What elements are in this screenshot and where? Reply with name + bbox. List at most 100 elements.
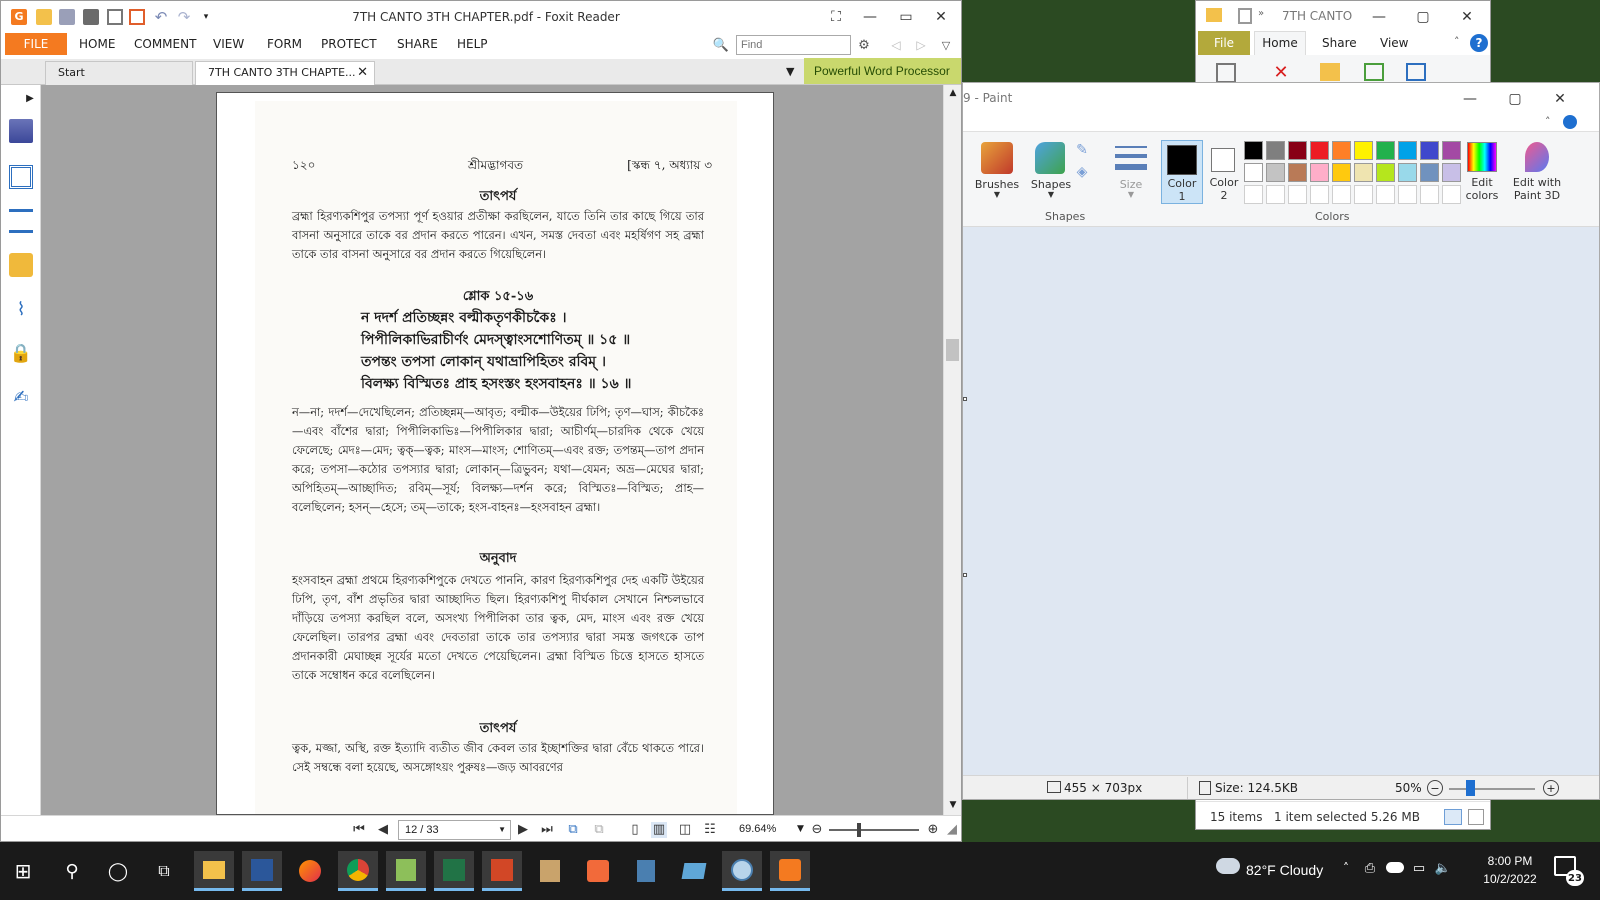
- menu-view[interactable]: VIEW: [213, 37, 244, 51]
- next-view-icon[interactable]: ⧉: [591, 822, 607, 838]
- previous-view-icon[interactable]: ⧉: [565, 822, 581, 838]
- fullscreen-icon[interactable]: ⛶: [819, 5, 853, 29]
- zoom-slider[interactable]: [829, 829, 919, 831]
- color2-selector[interactable]: Color 2: [1203, 140, 1245, 204]
- paste-icon[interactable]: [1216, 63, 1236, 83]
- tab-list-dropdown-icon[interactable]: ▼: [786, 65, 794, 78]
- clock[interactable]: 8:00 PM 10/2/2022: [1480, 852, 1540, 888]
- fill-icon[interactable]: ◈: [1071, 162, 1093, 182]
- properties-icon[interactable]: [1238, 8, 1252, 24]
- create-pdf-icon[interactable]: [129, 9, 145, 25]
- cortana-icon[interactable]: ◯: [98, 851, 138, 891]
- window-app-taskbar-icon[interactable]: [674, 851, 714, 891]
- palette-swatch[interactable]: [1244, 141, 1263, 160]
- ad-banner[interactable]: Powerful Word Processor: [804, 58, 961, 84]
- new-item-icon[interactable]: [1364, 63, 1384, 81]
- explorer-maximize-button[interactable]: ▢: [1406, 5, 1440, 29]
- meet-now-icon[interactable]: ⎙: [1362, 858, 1378, 878]
- comments-icon[interactable]: [9, 253, 33, 277]
- single-page-icon[interactable]: ▯: [627, 822, 643, 838]
- color1-selector[interactable]: Color 1: [1161, 140, 1203, 204]
- network-icon[interactable]: ▭: [1410, 858, 1428, 878]
- file-explorer-taskbar-icon[interactable]: [194, 851, 234, 891]
- next-page-icon[interactable]: ▶: [515, 822, 531, 838]
- tab-start[interactable]: Start: [45, 61, 193, 85]
- signature-icon[interactable]: ✍: [9, 385, 33, 409]
- firefox-taskbar-icon[interactable]: [290, 851, 330, 891]
- paint-maximize-button[interactable]: ▢: [1498, 87, 1532, 111]
- scroll-up-icon[interactable]: ▲: [946, 87, 960, 99]
- collapse-ribbon-icon[interactable]: ▽: [939, 37, 953, 53]
- paint-minimize-button[interactable]: —: [1453, 87, 1487, 111]
- continuous-facing-icon[interactable]: ☷: [702, 822, 718, 838]
- continuous-page-icon[interactable]: ▥: [651, 822, 667, 838]
- restore-button[interactable]: ▭: [889, 5, 923, 29]
- start-button[interactable]: ⊞: [3, 851, 43, 891]
- word-taskbar-icon[interactable]: [242, 851, 282, 891]
- gear-icon[interactable]: ⚙: [855, 37, 873, 53]
- foxit-taskbar-icon[interactable]: [770, 851, 810, 891]
- custom-color-slot[interactable]: [1310, 185, 1329, 204]
- document-view[interactable]: ১২০ শ্রীমদ্ভাগবত [স্কন্ধ ৭, অধ্যায় ৩ তা…: [41, 85, 943, 815]
- explorer-collapse-ribbon-icon[interactable]: ˄: [1454, 35, 1460, 48]
- custom-color-slot[interactable]: [1266, 185, 1285, 204]
- zoom-out-icon[interactable]: ⊖: [809, 822, 825, 838]
- search-icon[interactable]: ⚲: [52, 851, 92, 891]
- menu-protect[interactable]: PROTECT: [321, 37, 377, 51]
- resize-grip-icon[interactable]: ◢: [944, 822, 960, 838]
- outline-icon[interactable]: ✎: [1071, 140, 1093, 160]
- paint-zoom-slider[interactable]: [1449, 788, 1535, 790]
- onedrive-icon[interactable]: [1386, 862, 1404, 873]
- palette-swatch[interactable]: [1288, 141, 1307, 160]
- brushes-tool[interactable]: Brushes ▼: [969, 138, 1025, 208]
- menu-file[interactable]: FILE: [5, 33, 67, 55]
- palette-swatch[interactable]: [1376, 141, 1395, 160]
- close-tab-icon[interactable]: ✕: [357, 62, 368, 84]
- bookmarks-icon[interactable]: [9, 119, 33, 143]
- palette-swatch[interactable]: [1244, 163, 1263, 182]
- open-folder-icon[interactable]: [36, 9, 52, 25]
- custom-color-slot[interactable]: [1332, 185, 1351, 204]
- zoom-level[interactable]: 69.64%: [739, 823, 776, 835]
- page-dropdown-icon[interactable]: ▼: [498, 821, 506, 839]
- palette-swatch[interactable]: [1332, 141, 1351, 160]
- explorer-tab-file[interactable]: File: [1198, 31, 1250, 55]
- vertical-scrollbar[interactable]: ▲ ▼: [943, 85, 961, 815]
- custom-color-slot[interactable]: [1244, 185, 1263, 204]
- explorer-tab-share[interactable]: Share: [1322, 36, 1357, 50]
- paint-zoom-slider-thumb[interactable]: [1466, 780, 1475, 796]
- chrome-taskbar-icon[interactable]: [338, 851, 378, 891]
- last-page-icon[interactable]: ⏭: [539, 822, 555, 838]
- shapes-tool[interactable]: Shapes ▼: [1025, 138, 1077, 208]
- explorer-minimize-button[interactable]: —: [1362, 5, 1396, 29]
- canvas-resize-handle[interactable]: [963, 397, 967, 401]
- app-taskbar-icon[interactable]: [530, 851, 570, 891]
- paint-zoom-in-icon[interactable]: +: [1543, 780, 1559, 796]
- print-icon[interactable]: [83, 9, 99, 25]
- edit-with-paint3d-button[interactable]: Edit with Paint 3D: [1507, 138, 1567, 208]
- minimize-button[interactable]: —: [853, 5, 887, 29]
- new-folder-icon[interactable]: [1320, 63, 1340, 81]
- paint-zoom-out-icon[interactable]: −: [1427, 780, 1443, 796]
- menu-comment[interactable]: COMMENT: [134, 37, 196, 51]
- custom-color-slot[interactable]: [1288, 185, 1307, 204]
- previous-result-icon[interactable]: ◁: [889, 37, 903, 53]
- select-all-icon[interactable]: [1406, 63, 1426, 81]
- scroll-down-icon[interactable]: ▼: [946, 799, 960, 811]
- custom-color-slot[interactable]: [1354, 185, 1373, 204]
- task-view-icon[interactable]: ⧉: [144, 851, 184, 891]
- chart-app-taskbar-icon[interactable]: [386, 851, 426, 891]
- palette-swatch[interactable]: [1310, 163, 1329, 182]
- volume-icon[interactable]: 🔈: [1434, 858, 1452, 878]
- next-result-icon[interactable]: ▷: [914, 37, 928, 53]
- expand-panel-icon[interactable]: ▶: [23, 91, 37, 105]
- custom-color-slot[interactable]: [1420, 185, 1439, 204]
- zoom-dropdown-icon[interactable]: ▼: [797, 824, 804, 834]
- delete-icon[interactable]: ✕: [1270, 61, 1292, 83]
- edit-colors-button[interactable]: Edit colors: [1457, 138, 1507, 208]
- palette-swatch[interactable]: [1420, 141, 1439, 160]
- explorer-tab-home[interactable]: Home: [1254, 31, 1306, 55]
- find-input[interactable]: [736, 35, 851, 55]
- facing-page-icon[interactable]: ◫: [677, 822, 693, 838]
- attachments-icon[interactable]: ⌇: [9, 297, 33, 321]
